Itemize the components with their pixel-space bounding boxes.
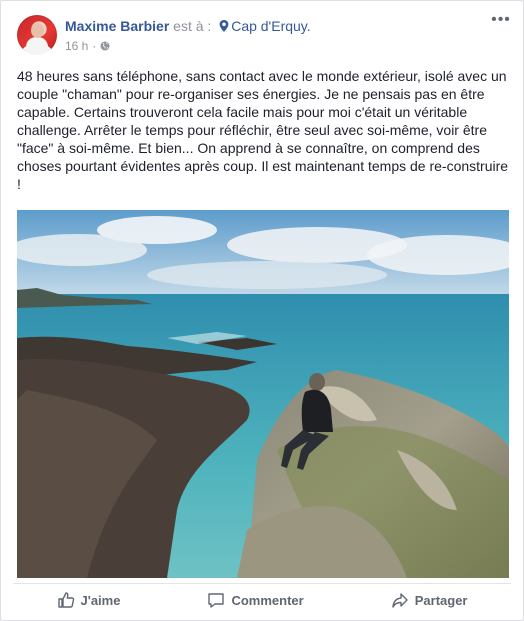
coastal-landscape-image (17, 210, 509, 578)
more-options-icon[interactable]: ••• (491, 12, 511, 29)
avatar-body-shape (26, 37, 48, 55)
post-timestamp[interactable]: 16 h (65, 39, 88, 53)
author-name[interactable]: Maxime Barbier (65, 18, 169, 34)
like-label: J'aime (80, 592, 121, 608)
comment-button[interactable]: Commenter (197, 585, 313, 615)
thumbs-up-icon (57, 592, 74, 608)
share-button[interactable]: Partager (381, 585, 478, 615)
like-button[interactable]: J'aime (47, 585, 131, 615)
author-avatar[interactable] (17, 15, 57, 55)
avatar-head-shape (31, 23, 44, 38)
author-line: Maxime Barbier est à : Cap d'Erquy. (65, 18, 311, 34)
location-pin-icon (219, 20, 229, 32)
speech-bubble-icon (208, 593, 225, 608)
share-arrow-icon (392, 593, 408, 608)
post-photo[interactable] (17, 210, 509, 578)
post-actions: J'aime Commenter Partager (13, 583, 511, 616)
meta-separator: · (92, 39, 97, 53)
globe-icon[interactable] (100, 41, 110, 51)
comment-label: Commenter (231, 592, 304, 608)
post-meta: 16 h · (65, 39, 110, 53)
share-label: Partager (414, 592, 468, 608)
place-link[interactable]: Cap d'Erquy. (231, 18, 310, 34)
at-label: est à : (173, 18, 212, 34)
post-header: Maxime Barbier est à : Cap d'Erquy. 16 h… (17, 12, 511, 59)
post-card: Maxime Barbier est à : Cap d'Erquy. 16 h… (0, 0, 524, 621)
post-text: 48 heures sans téléphone, sans contact a… (17, 68, 509, 192)
